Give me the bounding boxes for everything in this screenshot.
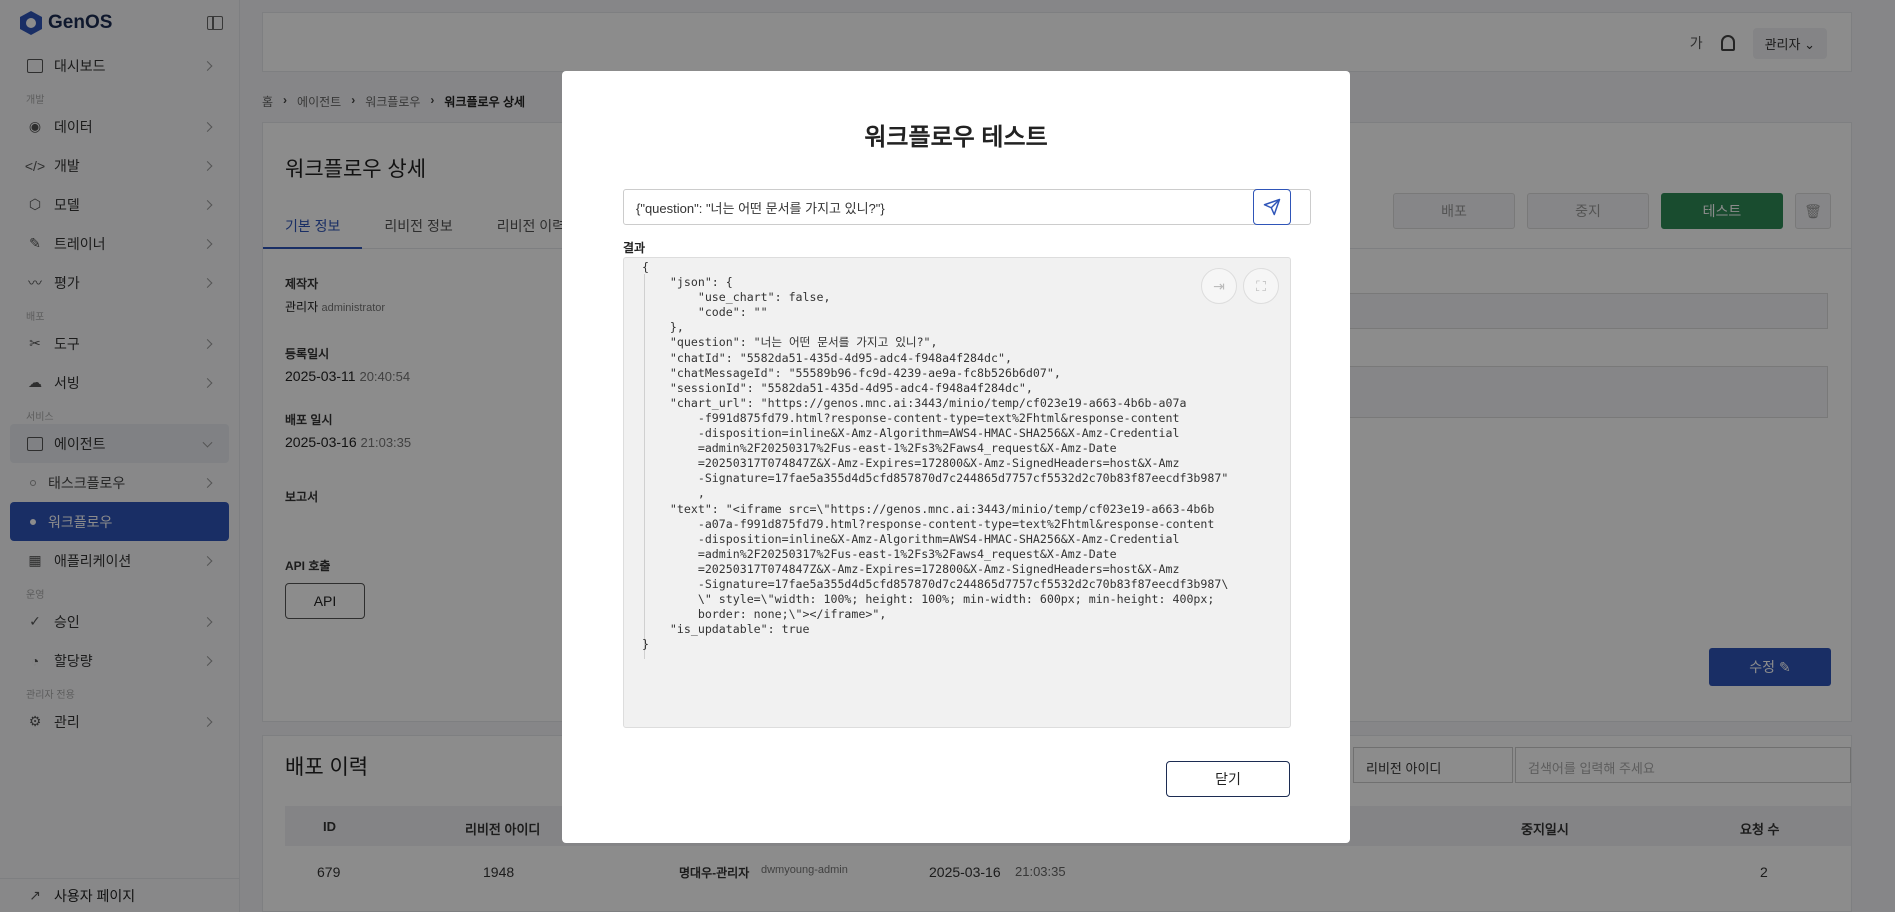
modal-title: 워크플로우 테스트 — [864, 124, 1048, 151]
workflow-test-modal: 워크플로우 테스트 결과 { "json": { "use_chart": fa… — [562, 71, 1350, 843]
result-json: { "json": { "use_chart": false, "code": … — [642, 260, 1229, 652]
send-button[interactable] — [1253, 189, 1291, 225]
close-button-label: 닫기 — [1215, 771, 1241, 787]
send-icon — [1263, 198, 1281, 216]
wrap-text-icon[interactable]: ⇥ — [1201, 268, 1237, 304]
close-button[interactable]: 닫기 — [1166, 761, 1290, 797]
question-input[interactable] — [623, 189, 1311, 225]
result-label: 결과 — [623, 241, 646, 255]
fullscreen-icon[interactable]: ⛶ — [1243, 268, 1279, 304]
result-viewer[interactable]: { "json": { "use_chart": false, "code": … — [623, 257, 1291, 728]
